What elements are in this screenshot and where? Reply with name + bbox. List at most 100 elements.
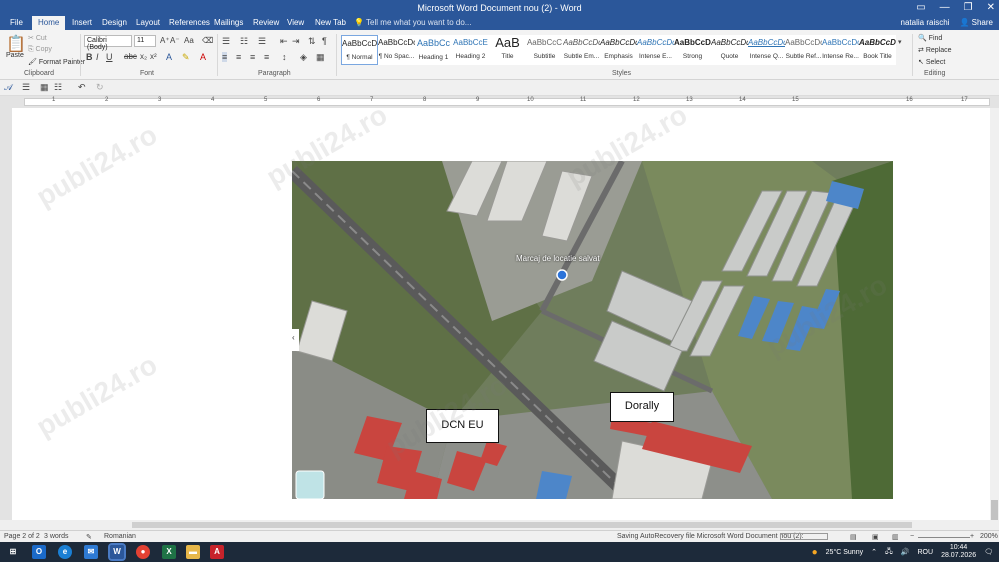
word-count[interactable]: 3 words [44,533,69,540]
copy-button[interactable]: ⎘ Copy [28,46,52,54]
tab-layout[interactable]: Layout [136,18,160,27]
style-no-spacing[interactable]: AaBbCcDc ¶ No Spac... [378,35,415,65]
zoom-slider[interactable] [918,537,970,538]
bullets-icon[interactable]: ☰ [222,36,230,47]
numbering-icon[interactable]: ☷ [240,36,248,47]
line-spacing-icon[interactable]: ↕ [282,52,287,62]
table-icon[interactable]: ▦ [40,82,49,93]
grow-font-icon[interactable]: A⁺ [160,36,170,45]
tab-new-tab[interactable]: New Tab [315,18,346,27]
web-layout-icon[interactable]: ▥ [892,533,899,541]
font-name-select[interactable]: Calibri (Body) [84,35,132,51]
user-name[interactable]: natalia raischi [901,18,950,27]
chrome-icon[interactable]: ● [136,545,150,559]
undo-icon[interactable]: ↶ [78,82,86,93]
underline-icon[interactable]: U [106,52,113,62]
page-indicator[interactable]: Page 2 of 2 [4,533,40,540]
italic-icon[interactable]: I [96,52,99,62]
tab-home[interactable]: Home [32,16,66,30]
align-center-icon[interactable]: ≡ [236,52,241,62]
acrobat-icon[interactable]: A [210,545,224,559]
style-subtle-emphasis[interactable]: AaBbCcDc Subtle Em... [563,35,600,65]
proofing-icon[interactable]: ✎ [86,533,92,541]
mail-icon[interactable]: ✉ [84,545,98,559]
read-mode-icon[interactable]: ▤ [850,533,857,541]
word-icon[interactable]: W [108,543,126,561]
zoom-level[interactable]: 200% [980,533,998,540]
multilevel-list-icon[interactable]: ☰ [258,36,266,47]
tab-review[interactable]: Review [253,18,279,27]
format-painter-button[interactable]: 🖌 Format Painter [28,58,85,66]
align-left-icon[interactable]: ≡ [222,52,228,62]
style-intense-emphasis[interactable]: AaBbCcDc Intense E... [637,35,674,65]
network-icon[interactable]: 🖧 [885,547,893,558]
styles-more-icon[interactable]: ▾ [898,38,902,46]
tab-references[interactable]: References [169,18,210,27]
aerial-map-image[interactable]: Marcaj de locatie salvat ‹ DCN EU Dorall… [292,161,893,499]
tell-me-box[interactable]: 💡 Tell me what you want to do... [354,18,471,27]
paste-button[interactable]: Paste [6,52,24,59]
style-book-title[interactable]: AaBbCcDc Book Title [859,35,896,65]
subscript-icon[interactable]: x₂ [140,52,147,61]
increase-indent-icon[interactable]: ⇥ [292,36,300,47]
keyboard-language[interactable]: ROU [918,549,934,556]
restore-button[interactable]: ❐ [964,2,973,13]
style-title[interactable]: AaB Title [489,35,526,65]
clock[interactable]: 10:44 28.07.2026 [941,544,976,560]
map-label-dorally[interactable]: Dorally [610,392,674,422]
style-heading-2[interactable]: AaBbCcE Heading 2 [452,35,489,65]
collapse-panel-chevron-icon[interactable]: ‹ [292,333,295,342]
excel-icon[interactable]: X [162,545,176,559]
edge-icon[interactable]: e [58,545,72,559]
tab-insert[interactable]: Insert [72,18,92,27]
decrease-indent-icon[interactable]: ⇤ [280,36,288,47]
style-emphasis[interactable]: AaBbCcDc Emphasis [600,35,637,65]
tab-design[interactable]: Design [102,18,127,27]
show-formatting-icon[interactable]: ¶ [322,36,327,46]
justify-icon[interactable]: ≡ [264,52,269,62]
strikethrough-icon[interactable]: abc [124,52,137,61]
style-subtle-reference[interactable]: AaBbCcDc Subtle Ref... [785,35,822,65]
ruler-bar[interactable] [24,98,990,106]
tab-file[interactable]: File [10,18,23,27]
shading-icon[interactable]: ◈ [300,52,307,63]
volume-icon[interactable]: 🔊 [901,548,910,556]
style-heading-1[interactable]: AaBbCc Heading 1 [415,35,452,65]
text-effects-icon[interactable]: A [166,52,172,62]
options-icon[interactable]: ☷ [54,82,62,93]
text-style-icon[interactable]: 𝒜 [4,82,13,93]
weather-sun-icon[interactable]: ● [812,547,818,558]
weather-text[interactable]: 25°C Sunny [826,549,863,556]
style-intense-quote[interactable]: AaBbCcDc Intense Q... [748,35,785,65]
start-icon[interactable]: ⊞ [6,545,20,559]
highlight-icon[interactable]: ✎ [182,52,190,63]
borders-icon[interactable]: ▦ [316,52,325,63]
vertical-scrollbar[interactable] [990,108,999,550]
clear-format-icon[interactable]: ⌫ [202,36,213,45]
location-pin-icon[interactable] [556,269,568,281]
notification-icon[interactable]: 🗨 [984,548,993,556]
superscript-icon[interactable]: x² [150,52,157,61]
style-intense-reference[interactable]: AaBbCcDc Intense Re... [822,35,859,65]
tab-view[interactable]: View [287,18,304,27]
style-normal[interactable]: AaBbCcDc ¶ Normal [341,35,378,65]
chevron-up-icon[interactable]: ⌃ [871,548,877,556]
bold-icon[interactable]: B [86,52,93,62]
select-button[interactable]: ↖ Select [918,58,945,66]
horizontal-scrollbar[interactable] [0,520,999,530]
style-subtitle[interactable]: AaBbCcC Subtitle [526,35,563,65]
change-case-icon[interactable]: Aa [184,36,194,45]
font-color-icon[interactable]: A [200,52,206,62]
font-size-select[interactable]: 11 [134,35,156,47]
tab-mailings[interactable]: Mailings [214,18,243,27]
zoom-out-icon[interactable]: − [910,533,914,540]
minimize-button[interactable]: — [940,2,950,13]
align-right-icon[interactable]: ≡ [250,52,255,62]
ribbon-display-icon[interactable]: ▭ [916,2,925,13]
replace-button[interactable]: ⇄ Replace [918,46,952,54]
map-label-dcn-eu[interactable]: DCN EU [426,409,499,443]
outlook-icon[interactable]: O [32,545,46,559]
file-explorer-icon[interactable]: ▬ [186,545,200,559]
redo-icon[interactable]: ↻ [96,82,104,93]
share-button[interactable]: 👤 Share [959,18,993,27]
